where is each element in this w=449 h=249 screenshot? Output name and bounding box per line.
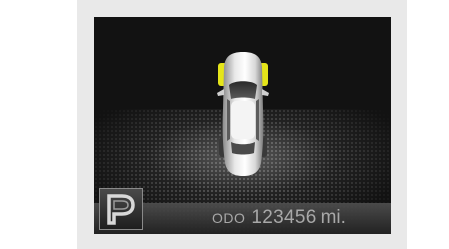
parking-indicator xyxy=(99,188,143,230)
car-top-view-icon xyxy=(217,52,269,176)
parking-brake-icon xyxy=(107,194,135,225)
odometer-value: 123456 xyxy=(251,207,317,228)
cluster-screen: ODO 123456 mi. xyxy=(94,17,391,234)
odometer-unit: mi. xyxy=(320,207,346,228)
odometer-label: ODO xyxy=(212,210,246,226)
odometer: ODO 123456 mi. xyxy=(212,207,346,231)
